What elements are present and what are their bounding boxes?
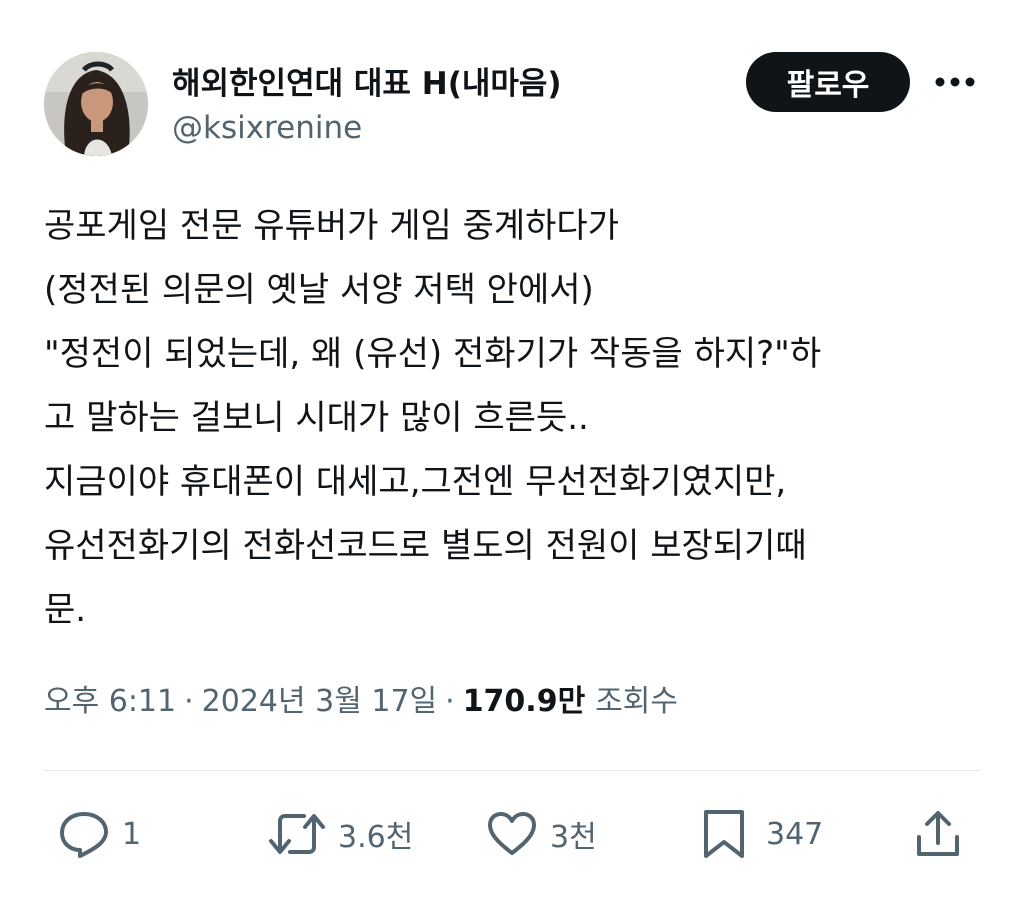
retweet-button[interactable]: 3.6천: [268, 806, 413, 862]
retweet-icon: [269, 814, 325, 854]
like-button[interactable]: 3천: [486, 806, 597, 862]
views-label: 조회수: [595, 684, 678, 719]
more-options-button[interactable]: [930, 64, 980, 100]
tweet: 해외한인연대 대표 H(내마음) @ksixrenine 팔로우 공포게임 전문…: [0, 0, 1024, 902]
retweet-count: 3.6천: [338, 820, 414, 855]
reply-count: 1: [122, 816, 142, 852]
reply-icon: [60, 812, 108, 858]
share-icon: [917, 811, 959, 856]
tweet-text: 공포게임 전문 유튜버가 게임 중계하다가 (정전된 의문의 옛날 서양 저택 …: [44, 206, 822, 630]
views-count: 170.9만: [462, 684, 586, 719]
bookmark-icon: [704, 810, 744, 858]
divider: [44, 770, 980, 771]
avatar[interactable]: [44, 52, 148, 156]
like-count: 3천: [550, 820, 597, 855]
tweet-date[interactable]: 2024년 3월 17일: [202, 676, 437, 720]
reply-button[interactable]: 1: [58, 806, 141, 862]
follow-button[interactable]: 팔로우: [746, 52, 910, 112]
meta-separator: ·: [445, 684, 455, 719]
follow-button-label: 팔로우: [786, 68, 870, 103]
author-display-name[interactable]: 해외한인연대 대표 H(내마음): [172, 58, 562, 103]
author-handle[interactable]: @ksixrenine: [172, 110, 362, 146]
meta-separator: ·: [184, 684, 194, 719]
bookmark-button[interactable]: 347: [702, 806, 823, 862]
heart-icon: [488, 812, 536, 855]
tweet-meta: 오후 6:11 · 2024년 3월 17일 · 170.9만 조회수: [44, 676, 678, 720]
tweet-time[interactable]: 오후 6:11: [44, 676, 176, 720]
more-horizontal-icon: [935, 77, 975, 87]
share-button[interactable]: [914, 806, 962, 862]
avatar-photo: [44, 52, 148, 156]
bookmark-count: 347: [766, 816, 824, 852]
